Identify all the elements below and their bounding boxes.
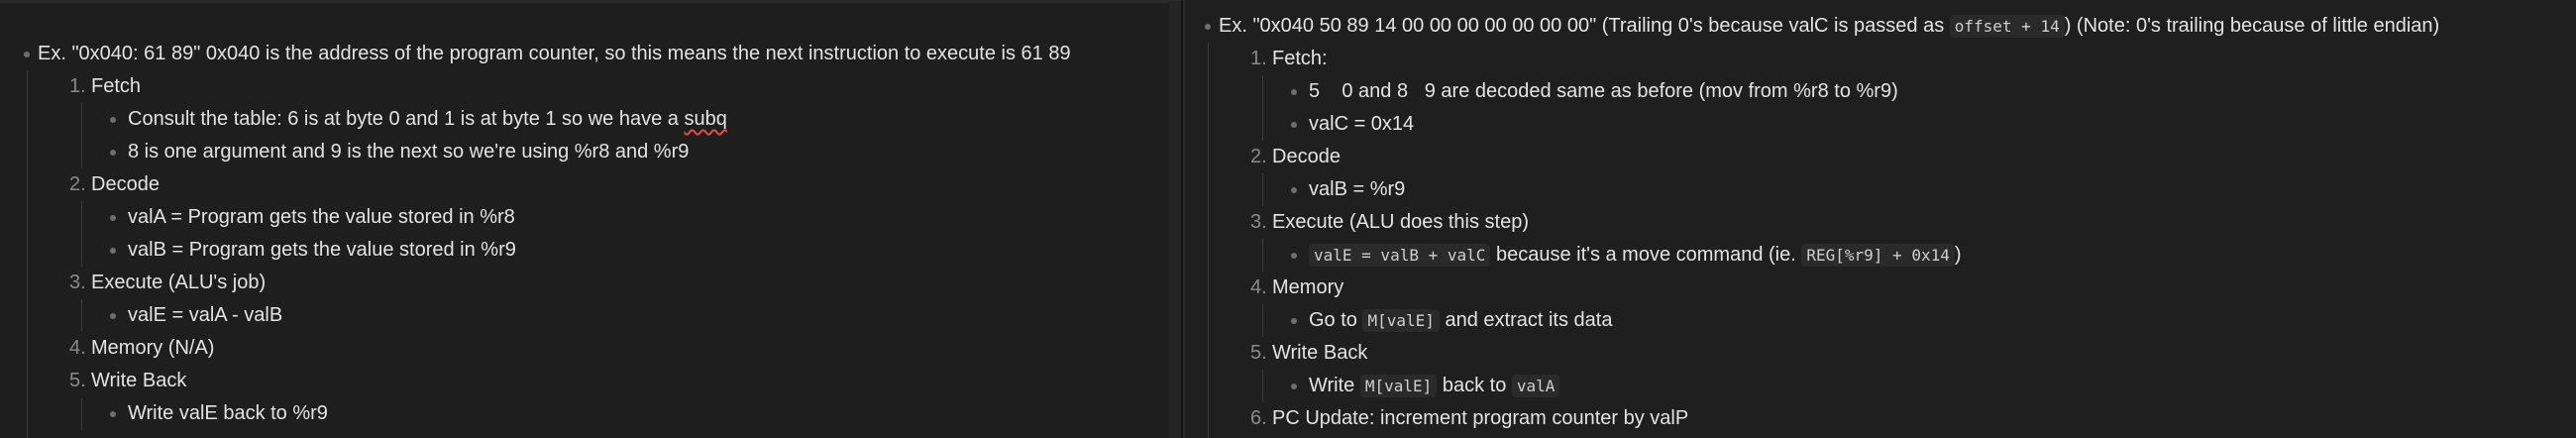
list-item-text: Write (1309, 375, 1360, 396)
list-item-execute[interactable]: 3. Execute (ALU's job) (0, 267, 1181, 299)
list-item[interactable]: Go to M[valE] and extract its data (1185, 304, 2576, 337)
bullet-icon (110, 248, 116, 254)
list-item-execute[interactable]: 3. Execute (ALU does this step) (1185, 206, 2576, 239)
list-number: 1. (69, 75, 86, 97)
list-item-text: and extract its data (1439, 309, 1613, 331)
list-item-memory[interactable]: 4. Memory (N/A) (0, 332, 1181, 365)
list-item[interactable]: valB = Program gets the value stored in … (0, 234, 1181, 267)
header-text: Ex. "0x040: 61 89" 0x040 is the address … (38, 43, 1071, 64)
list-item-text: valE = valA - valB (128, 304, 283, 326)
list-item[interactable]: valB = %r9 (1185, 173, 2576, 206)
list-item-text: valB = %r9 (1309, 178, 1406, 200)
bullet-icon (1291, 89, 1297, 95)
bullet-icon (1291, 122, 1297, 128)
list-item-text: valA = Program gets the value stored in … (128, 206, 515, 228)
list-number: 3. (1250, 211, 1267, 233)
bullet-icon (110, 117, 116, 123)
list-item-fetch[interactable]: 1. Fetch: (1185, 43, 2576, 75)
misspelled-word[interactable]: subq (684, 108, 726, 130)
inline-code: offset + 14 (1949, 15, 2065, 38)
bullet-icon (24, 52, 30, 57)
header-text: Ex. "0x040 50 89 14 00 00 00 00 00 00 00… (1219, 15, 1950, 37)
list-item[interactable]: Write M[valE] back to valA (1185, 370, 2576, 402)
list-number: 2. (69, 173, 86, 195)
list-item-write-back[interactable]: 5. Write Back (1185, 337, 2576, 370)
list-item-memory[interactable]: 4. Memory (1185, 272, 2576, 304)
left-note-pane: Ex. "0x040: 61 89" 0x040 is the address … (0, 0, 1181, 438)
list-item-text: Consult the table: 6 is at byte 0 and 1 … (128, 108, 685, 130)
bullet-icon (1291, 383, 1297, 389)
list-item-text: 8 is one argument and 9 is the next so w… (128, 141, 690, 163)
list-item-text: ) (1954, 244, 1962, 266)
list-item[interactable]: Write valE back to %r9 (0, 397, 1181, 430)
pane-top-border (0, 1, 1181, 3)
bullet-icon (1205, 24, 1211, 30)
list-item-text: valC = 0x14 (1309, 113, 1415, 135)
list-item-label: Fetch (91, 75, 142, 97)
header-text: ) (Note: 0's trailing because of little … (2064, 15, 2440, 37)
list-item-pc-update[interactable]: 6. PC Update: increment program counter … (1185, 402, 2576, 435)
list-item-label: Write Back (1272, 342, 1368, 364)
list-item[interactable]: valE = valB + valC because it's a move c… (1185, 239, 2576, 272)
list-item-text: back to (1437, 375, 1512, 396)
list-number: 1. (1250, 48, 1267, 69)
outline-item-header[interactable]: Ex. "0x040: 61 89" 0x040 is the address … (0, 38, 1181, 70)
list-item-label: Fetch: (1272, 48, 1328, 69)
list-number: 6. (1250, 407, 1267, 429)
list-item-label: Decode (91, 173, 160, 195)
list-item-decode[interactable]: 2. Decode (0, 168, 1181, 201)
list-number: 2. (1250, 146, 1267, 167)
list-item-text: valB = Program gets the value stored in … (128, 239, 516, 261)
list-item-text: 5 0 and 8 9 are decoded same as before (… (1309, 80, 1898, 102)
list-number: 4. (69, 337, 86, 359)
inline-code: valA (1511, 375, 1560, 397)
list-number: 4. (1250, 276, 1267, 298)
list-item-label: Decode (1272, 146, 1341, 167)
list-item-text: because it's a move command (ie. (1490, 244, 1802, 266)
list-item[interactable]: valA = Program gets the value stored in … (0, 201, 1181, 234)
inline-code: M[valE] (1362, 309, 1440, 332)
list-item-decode[interactable]: 2. Decode (1185, 141, 2576, 173)
inline-code: valE = valB + valC (1309, 244, 1491, 267)
inline-code: M[valE] (1359, 375, 1438, 397)
right-note-pane: Ex. "0x040 50 89 14 00 00 00 00 00 00 00… (1183, 0, 2576, 438)
list-item[interactable]: 8 is one argument and 9 is the next so w… (0, 136, 1181, 168)
list-number: 5. (69, 370, 86, 391)
list-item-label: Execute (ALU's job) (91, 272, 267, 293)
bullet-icon (1291, 318, 1297, 324)
list-item[interactable]: Consult the table: 6 is at byte 0 and 1 … (0, 103, 1181, 136)
list-item-text: Write valE back to %r9 (128, 402, 328, 424)
bullet-icon (110, 313, 116, 319)
inline-code: REG[%r9] + 0x14 (1801, 244, 1955, 267)
list-item-text: Go to (1309, 309, 1363, 331)
list-number: 5. (1250, 342, 1267, 364)
bullet-icon (110, 150, 116, 156)
list-item-label: Execute (ALU does this step) (1272, 211, 1530, 233)
bullet-icon (110, 411, 116, 417)
list-item[interactable]: 5 0 and 8 9 are decoded same as before (… (1185, 75, 2576, 108)
list-number: 3. (69, 272, 86, 293)
bullet-icon (1291, 253, 1297, 259)
list-item-label: Memory (N/A) (91, 337, 215, 359)
outline-item-header[interactable]: Ex. "0x040 50 89 14 00 00 00 00 00 00 00… (1185, 10, 2576, 43)
list-item-write-back[interactable]: 5. Write Back (0, 365, 1181, 397)
list-item-label: PC Update: increment program counter by … (1272, 407, 1689, 429)
scrollbar[interactable] (1169, 1, 1181, 438)
list-item-label: Memory (1272, 276, 1344, 298)
list-item[interactable]: valC = 0x14 (1185, 108, 2576, 141)
bullet-icon (1291, 187, 1297, 193)
list-item-label: Write Back (91, 370, 187, 391)
bullet-icon (110, 215, 116, 221)
list-item[interactable]: valE = valA - valB (0, 299, 1181, 332)
list-item-fetch[interactable]: 1. Fetch (0, 70, 1181, 103)
